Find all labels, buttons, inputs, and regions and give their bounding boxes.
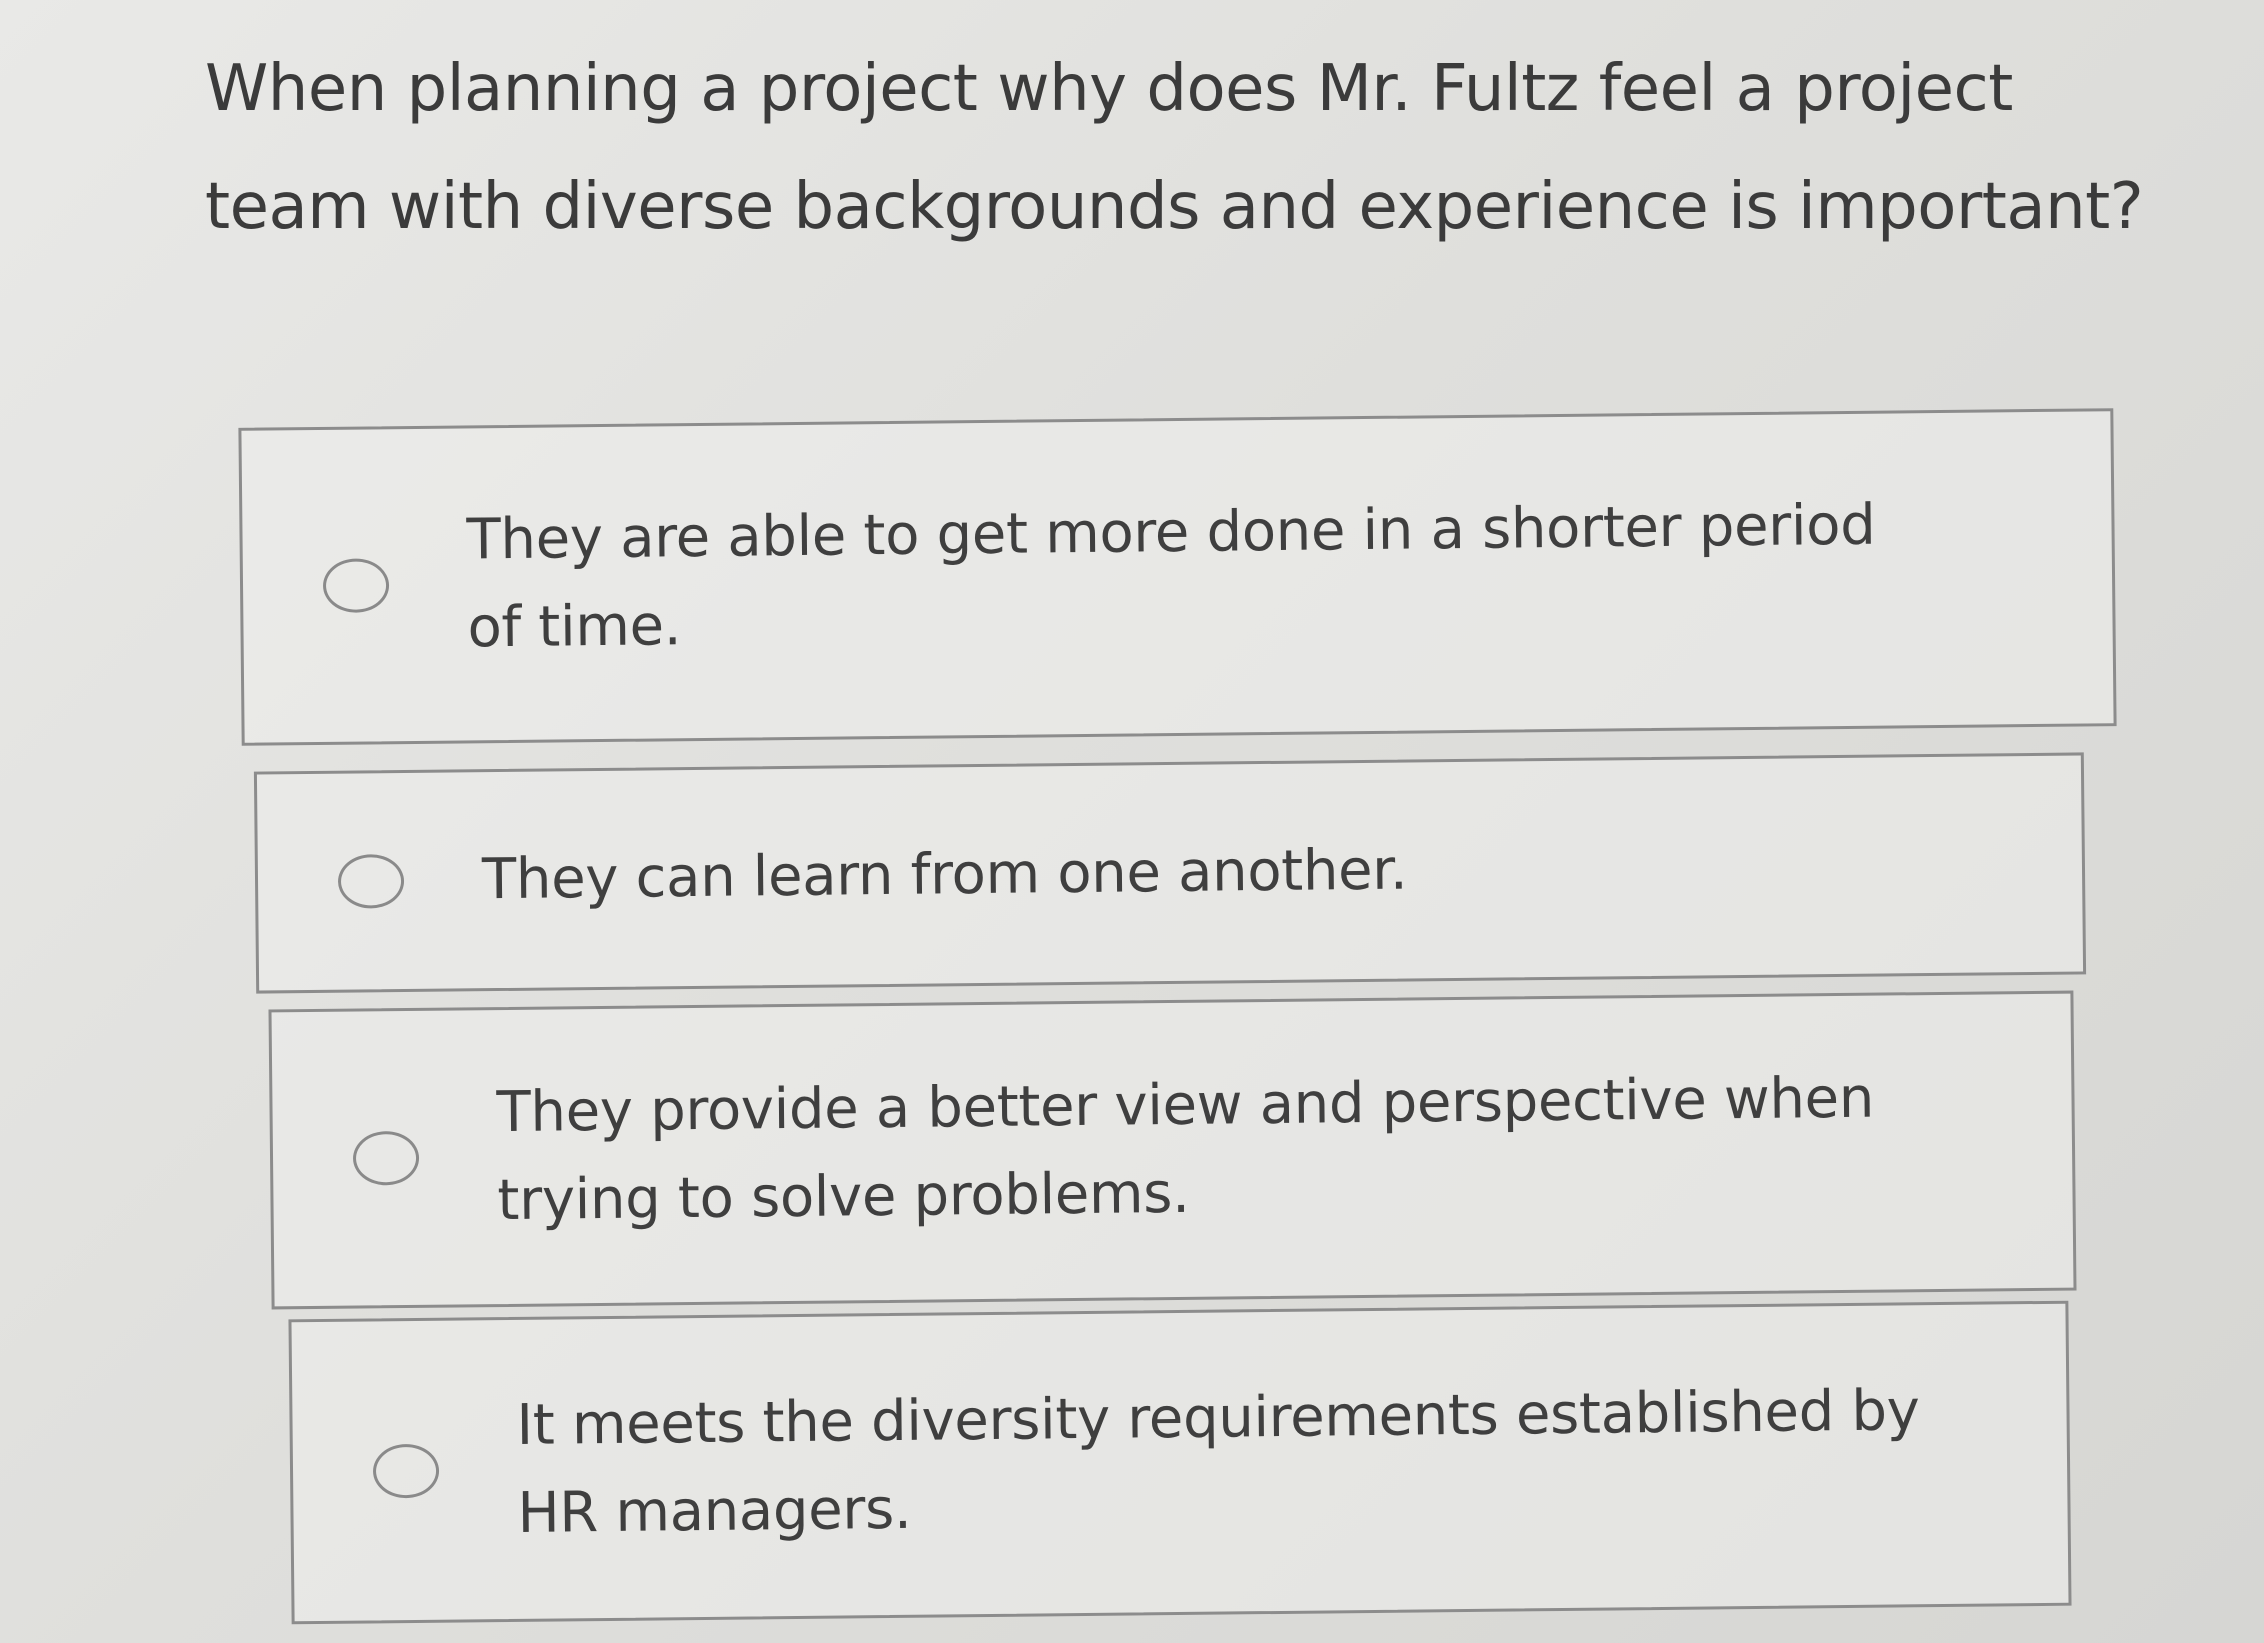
answer-option-label: They can learn from one another. bbox=[481, 837, 1408, 913]
answer-options: They are able to get more done in a shor… bbox=[0, 0, 2264, 1643]
answer-option-4[interactable]: It meets the diversity requirements esta… bbox=[288, 1300, 2072, 1625]
answer-option-1[interactable]: They are able to get more done in a shor… bbox=[238, 408, 2117, 746]
answer-option-3[interactable]: They provide a better view and perspecti… bbox=[268, 990, 2077, 1310]
answer-option-label: They provide a better view and perspecti… bbox=[496, 1065, 1875, 1234]
answer-option-2[interactable]: They can learn from one another. bbox=[253, 752, 2087, 994]
radio-button-icon[interactable] bbox=[322, 558, 390, 613]
answer-option-label: It meets the diversity requirements esta… bbox=[516, 1377, 1920, 1546]
answer-option-label: They are able to get more done in a shor… bbox=[466, 492, 1876, 661]
radio-button-icon[interactable] bbox=[352, 1130, 420, 1186]
radio-button-icon[interactable] bbox=[337, 854, 405, 909]
quiz-screen: When planning a project why does Mr. Ful… bbox=[0, 0, 2264, 1643]
radio-button-icon[interactable] bbox=[372, 1443, 440, 1498]
